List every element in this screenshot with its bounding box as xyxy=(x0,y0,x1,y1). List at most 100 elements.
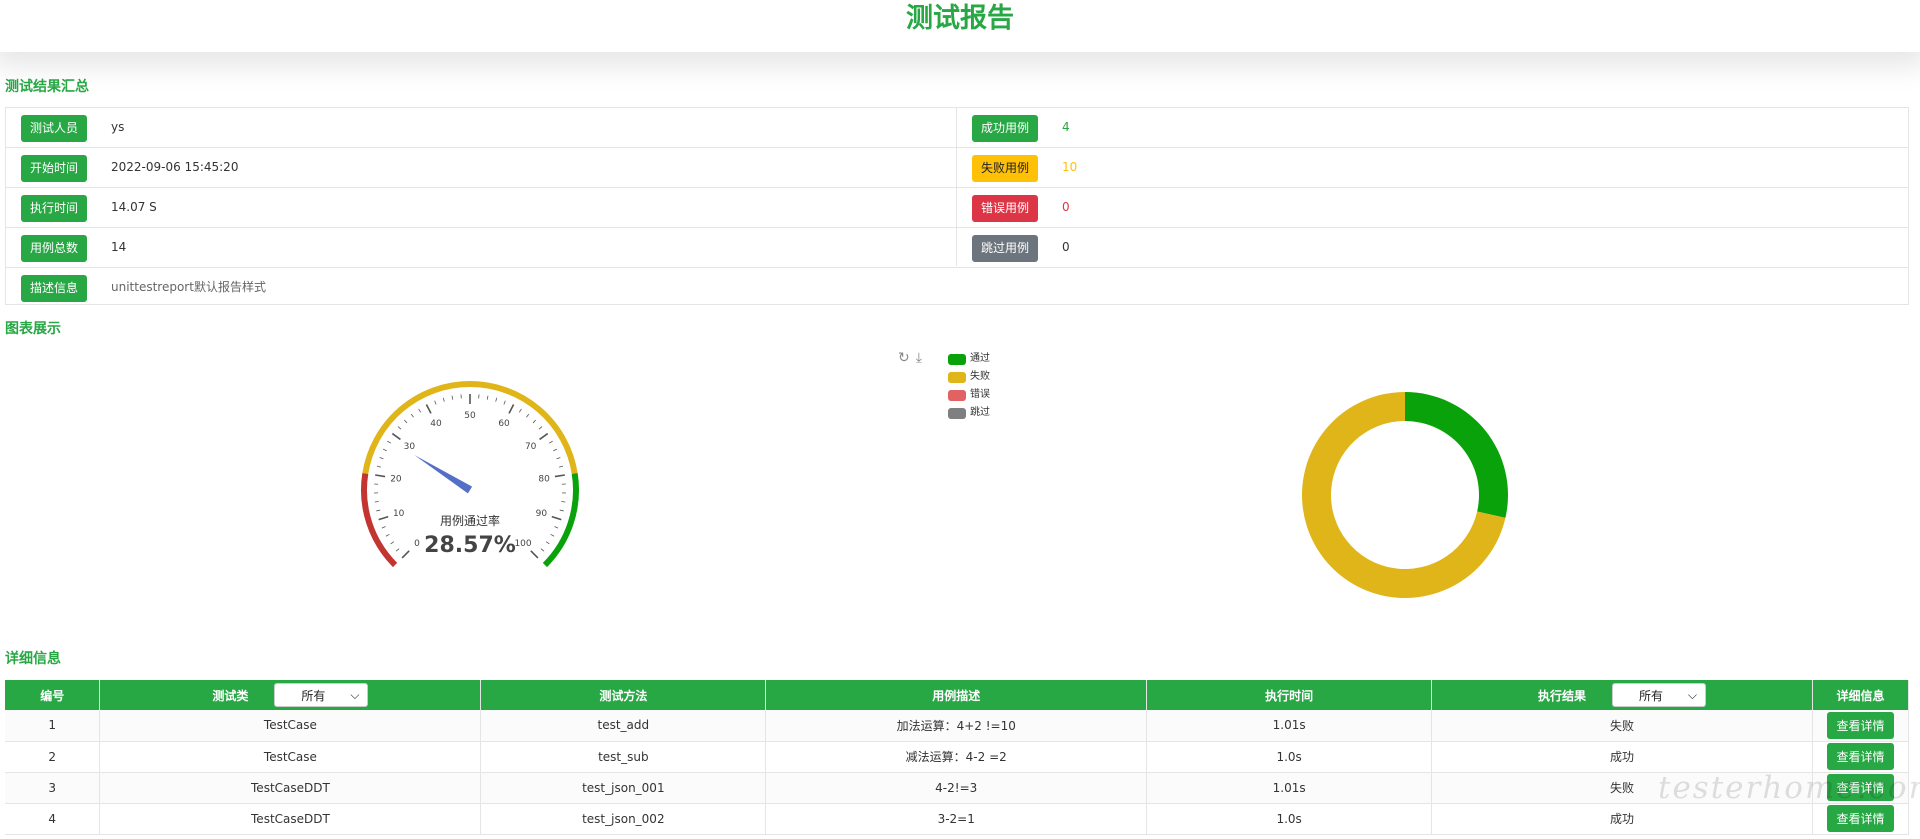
gauge-tick xyxy=(395,548,400,552)
gauge-label: 用例通过率 xyxy=(440,513,500,528)
cell-class: TestCase xyxy=(99,741,482,773)
gauge-tick xyxy=(379,457,384,460)
summary-label: 跳过用例 xyxy=(972,235,1038,262)
gauge-tick-label: 60 xyxy=(498,419,510,429)
legend-label: 跳过 xyxy=(970,407,990,418)
gauge-tick xyxy=(434,400,437,405)
summary-row-passed: 成功用例 4 xyxy=(957,108,1909,148)
summary-label: 描述信息 xyxy=(21,275,87,302)
col-id: 编号 xyxy=(5,680,101,710)
legend-item-skip[interactable]: 跳过 xyxy=(948,404,990,422)
col-result: 执行结果 所有 ⌵ xyxy=(1431,680,1813,710)
gauge-tick xyxy=(559,465,564,468)
cell-class: TestCaseDDT xyxy=(99,772,482,804)
gauge-tick-label: 100 xyxy=(514,539,531,549)
gauge-tick xyxy=(556,457,561,460)
summary-row-failed: 失败用例 10 xyxy=(957,148,1909,188)
col-result-label: 执行结果 xyxy=(1538,688,1587,703)
cell-time: 1.0s xyxy=(1146,741,1433,773)
cell-time: 1.0s xyxy=(1146,803,1433,835)
cell-time: 1.01s xyxy=(1146,710,1433,742)
legend-label: 通过 xyxy=(970,353,990,364)
chart-legend: 通过 失败 错误 跳过 xyxy=(948,350,990,422)
refresh-icon[interactable]: ↻ xyxy=(898,350,910,366)
gauge-tick xyxy=(382,448,387,452)
col-class: 测试类 所有 ⌵ xyxy=(99,680,482,710)
table-row: 1 TestCase test_add 加法运算：4+2 !=10 1.01s … xyxy=(5,710,1910,742)
legend-item-fail[interactable]: 失败 xyxy=(948,368,990,386)
cell-id: 3 xyxy=(5,772,101,804)
gauge-tick-label: 80 xyxy=(538,474,550,484)
legend-swatch xyxy=(948,389,966,401)
summary-row-desc: 描述信息 unittestreport默认报告样式 xyxy=(6,268,1908,308)
cell-result: 成功 xyxy=(1431,803,1813,835)
gauge-tick xyxy=(508,404,515,414)
gauge-tick-label: 70 xyxy=(525,442,537,452)
download-icon[interactable]: ⤓ xyxy=(916,350,922,366)
gauge-tick xyxy=(538,426,543,430)
gauge-tick xyxy=(495,397,498,402)
gauge-tick xyxy=(486,395,489,400)
col-class-label: 测试类 xyxy=(212,688,249,703)
legend-item-error[interactable]: 错误 xyxy=(948,386,990,404)
gauge-tick xyxy=(376,465,381,468)
summary-label: 成功用例 xyxy=(972,115,1038,142)
view-detail-button[interactable]: 查看详情 xyxy=(1827,743,1894,770)
gauge-tick-label: 30 xyxy=(404,442,416,452)
chart-toolbox: ↻ ⤓ xyxy=(898,350,928,366)
gauge-tick xyxy=(539,432,549,441)
gauge-tick xyxy=(530,550,539,559)
charts-title: 图表展示 xyxy=(5,321,61,337)
gauge-tick xyxy=(378,515,389,521)
cell-desc: 4-2!=3 xyxy=(765,772,1148,804)
gauge-tick xyxy=(374,501,379,503)
gauge-tick-label: 0 xyxy=(414,539,420,549)
summary-value: 10 xyxy=(1062,160,1078,174)
gauge-tick xyxy=(376,509,381,512)
summary-label: 开始时间 xyxy=(21,155,87,182)
view-detail-button[interactable]: 查看详情 xyxy=(1827,711,1894,739)
chevron-down-icon: ⌵ xyxy=(350,687,360,702)
view-detail-button[interactable]: 查看详情 xyxy=(1827,805,1894,832)
cell-id: 2 xyxy=(5,741,101,773)
gauge-tick xyxy=(385,533,390,537)
cell-desc: 3-2=1 xyxy=(765,803,1148,835)
legend-swatch xyxy=(948,353,966,365)
col-desc: 用例描述 xyxy=(765,680,1148,710)
legend-item-pass[interactable]: 通过 xyxy=(948,350,990,368)
gauge-tick xyxy=(397,426,402,430)
gauge-tick xyxy=(540,548,545,552)
table-row: 3 TestCaseDDT test_json_001 4-2!=3 1.01s… xyxy=(5,772,1910,804)
cell-method: test_add xyxy=(480,710,767,742)
table-header-row: 编号 测试类 所有 ⌵ 测试方法 用例描述 执行时间 执行结果 所有 ⌵ 详细信息 xyxy=(5,680,1910,710)
summary-value: unittestreport默认报告样式 xyxy=(111,280,266,294)
result-filter-select[interactable]: 所有 ⌵ xyxy=(1612,683,1707,707)
gauge-tick-label: 20 xyxy=(390,474,402,484)
summary-value: 14.07 S xyxy=(111,200,157,214)
gauge-tick xyxy=(554,474,565,478)
gauge-tick xyxy=(561,501,566,503)
result-filter-value: 所有 xyxy=(1639,688,1664,703)
page-title: 测试报告 xyxy=(906,3,1014,34)
gauge-tick xyxy=(559,509,564,512)
cell-method: test_json_002 xyxy=(480,803,767,835)
gauge-tick xyxy=(518,408,522,413)
gauge-tick xyxy=(503,400,506,405)
summary-title: 测试结果汇总 xyxy=(5,79,89,95)
summary-label: 执行时间 xyxy=(21,195,87,222)
gauge-tick xyxy=(381,526,386,529)
summary-value: ys xyxy=(111,120,125,134)
table-row: 2 TestCase test_sub 减法运算：4-2 =2 1.0s 成功 … xyxy=(5,741,1910,773)
summary-label: 用例总数 xyxy=(21,235,87,262)
summary-value: 4 xyxy=(1062,120,1070,134)
pass-rate-gauge: 0 10 20 30 40 50 60 70 80 90 100 用例通过率 28.57% xyxy=(361,381,579,568)
donut-slice[interactable] xyxy=(1405,392,1508,518)
summary-value: 0 xyxy=(1062,240,1070,254)
cell-result: 失败 xyxy=(1431,710,1813,742)
table-row: 4 TestCaseDDT test_json_002 3-2=1 1.0s 成… xyxy=(5,803,1910,835)
cell-detail: 查看详情 xyxy=(1812,710,1910,742)
gauge-tick-label: 50 xyxy=(464,411,476,421)
summary-value: 0 xyxy=(1062,200,1070,214)
gauge-tick xyxy=(410,413,414,418)
class-filter-select[interactable]: 所有 ⌵ xyxy=(274,683,369,707)
